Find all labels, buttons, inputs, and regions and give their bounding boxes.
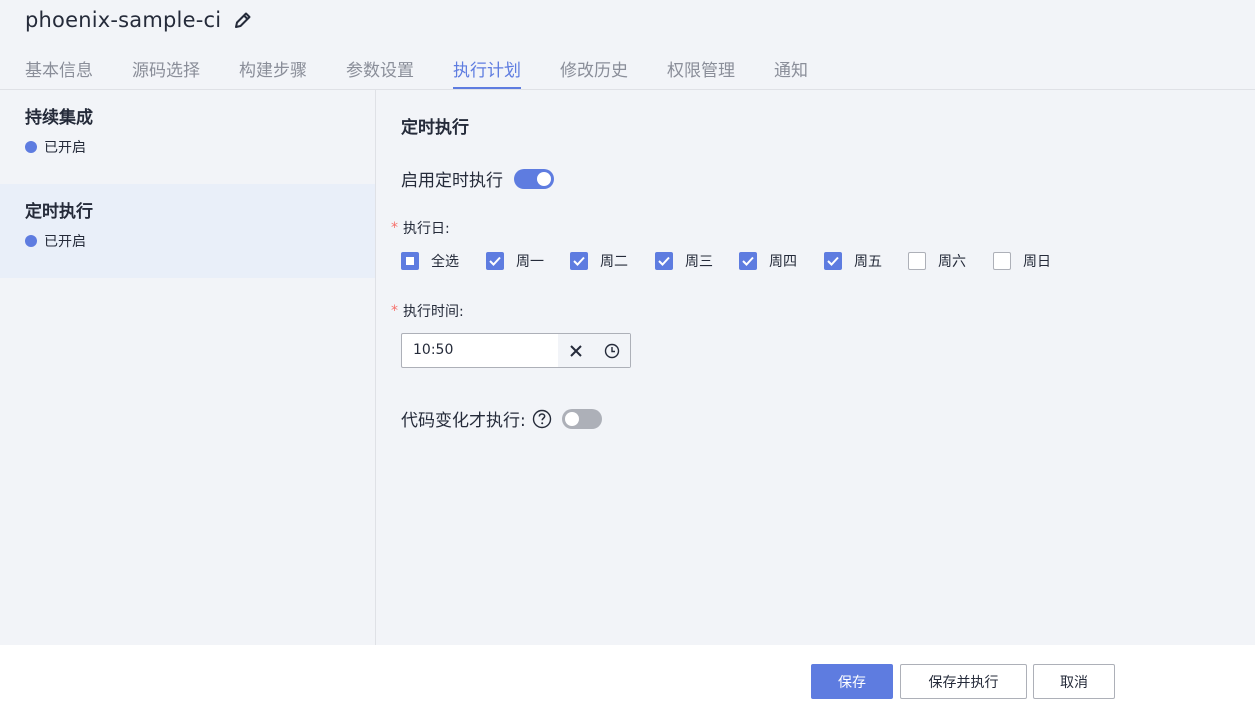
cancel-button[interactable]: 取消 [1033, 664, 1115, 699]
code-change-label: 代码变化才执行: [401, 411, 526, 431]
section-title: 定时执行 [401, 118, 469, 138]
checkbox-label: 周三 [685, 254, 713, 270]
checkbox-saturday[interactable]: 周六 [908, 251, 993, 271]
tab-permissions[interactable]: 权限管理 [667, 58, 735, 89]
checkbox-label: 周一 [516, 254, 544, 270]
checkbox-monday[interactable]: 周一 [486, 251, 570, 271]
enable-schedule-toggle[interactable] [514, 168, 554, 189]
checkbox-select-all[interactable]: 全选 [401, 251, 486, 271]
tab-execution-plan[interactable]: 执行计划 [453, 58, 521, 89]
checkbox-checked-icon [655, 252, 673, 270]
sidebar: 持续集成 已开启 定时执行 已开启 [0, 90, 376, 680]
required-asterisk: * [391, 303, 398, 319]
sidebar-item-status: 已开启 [25, 231, 375, 251]
pencil-edit-icon[interactable] [233, 10, 253, 30]
checkbox-label: 全选 [431, 254, 459, 270]
checkbox-label: 周四 [769, 254, 797, 270]
title-row: phoenix-sample-ci [25, 5, 253, 35]
time-input[interactable]: 10:50 [402, 334, 558, 367]
checkbox-checked-icon [570, 252, 588, 270]
checkbox-thursday[interactable]: 周四 [739, 251, 824, 271]
code-change-row: 代码变化才执行: [401, 406, 602, 431]
checkbox-checked-icon [739, 252, 757, 270]
time-field-label: * 执行时间: [391, 301, 464, 321]
checkbox-wednesday[interactable]: 周三 [655, 251, 739, 271]
tab-basic-info[interactable]: 基本信息 [25, 58, 93, 89]
checkbox-friday[interactable]: 周五 [824, 251, 908, 271]
sidebar-item-title: 定时执行 [25, 202, 93, 222]
sidebar-item-scheduled-execution[interactable]: 定时执行 已开启 [0, 184, 375, 278]
save-and-run-button[interactable]: 保存并执行 [900, 664, 1027, 699]
time-picker[interactable]: 10:50 [401, 333, 631, 368]
sidebar-item-status: 已开启 [25, 137, 375, 157]
days-label: 执行日: [403, 221, 450, 237]
checkbox-unchecked-icon [908, 252, 926, 270]
status-text: 已开启 [44, 234, 86, 250]
tab-bar: 基本信息 源码选择 构建步骤 参数设置 执行计划 修改历史 权限管理 通知 [25, 58, 847, 89]
save-button[interactable]: 保存 [811, 664, 893, 699]
checkbox-label: 周五 [854, 254, 882, 270]
main-panel: 定时执行 启用定时执行 * 执行日: 全选 周一 周二 周三 周四 周五 周六 … [376, 90, 1255, 645]
checkbox-label: 周二 [600, 254, 628, 270]
status-dot-icon [25, 235, 37, 247]
sidebar-item-continuous-integration[interactable]: 持续集成 已开启 [0, 90, 375, 184]
status-dot-icon [25, 141, 37, 153]
days-field-label: * 执行日: [391, 218, 450, 238]
enable-schedule-row: 启用定时执行 [401, 166, 554, 191]
time-label: 执行时间: [403, 304, 464, 320]
checkbox-tuesday[interactable]: 周二 [570, 251, 655, 271]
help-question-icon[interactable] [532, 409, 552, 429]
page-title: phoenix-sample-ci [25, 8, 222, 32]
toggle-knob [537, 171, 551, 186]
checkbox-indeterminate-icon [401, 252, 419, 270]
header: phoenix-sample-ci 基本信息 源码选择 构建步骤 参数设置 执行… [0, 0, 1255, 90]
checkbox-label: 周日 [1023, 254, 1051, 270]
tab-build-steps[interactable]: 构建步骤 [239, 58, 307, 89]
toggle-knob [564, 411, 579, 426]
tab-source-select[interactable]: 源码选择 [132, 58, 200, 89]
checkbox-checked-icon [824, 252, 842, 270]
clear-close-icon[interactable] [567, 342, 585, 360]
checkbox-sunday[interactable]: 周日 [993, 251, 1077, 271]
status-text: 已开启 [44, 140, 86, 156]
checkbox-unchecked-icon [993, 252, 1011, 270]
tab-notifications[interactable]: 通知 [774, 58, 808, 89]
sidebar-item-title: 持续集成 [25, 108, 93, 128]
enable-schedule-label: 启用定时执行 [401, 171, 503, 191]
code-change-toggle[interactable] [561, 408, 602, 429]
required-asterisk: * [391, 220, 398, 236]
clock-icon[interactable] [603, 342, 621, 360]
time-picker-actions [558, 334, 630, 367]
tab-parameters[interactable]: 参数设置 [346, 58, 414, 89]
footer-action-bar: 保存 保存并执行 取消 [0, 645, 1255, 704]
tab-change-history[interactable]: 修改历史 [560, 58, 628, 89]
days-checkbox-group: 全选 周一 周二 周三 周四 周五 周六 周日 [401, 251, 1077, 271]
checkbox-label: 周六 [938, 254, 966, 270]
checkbox-checked-icon [486, 252, 504, 270]
